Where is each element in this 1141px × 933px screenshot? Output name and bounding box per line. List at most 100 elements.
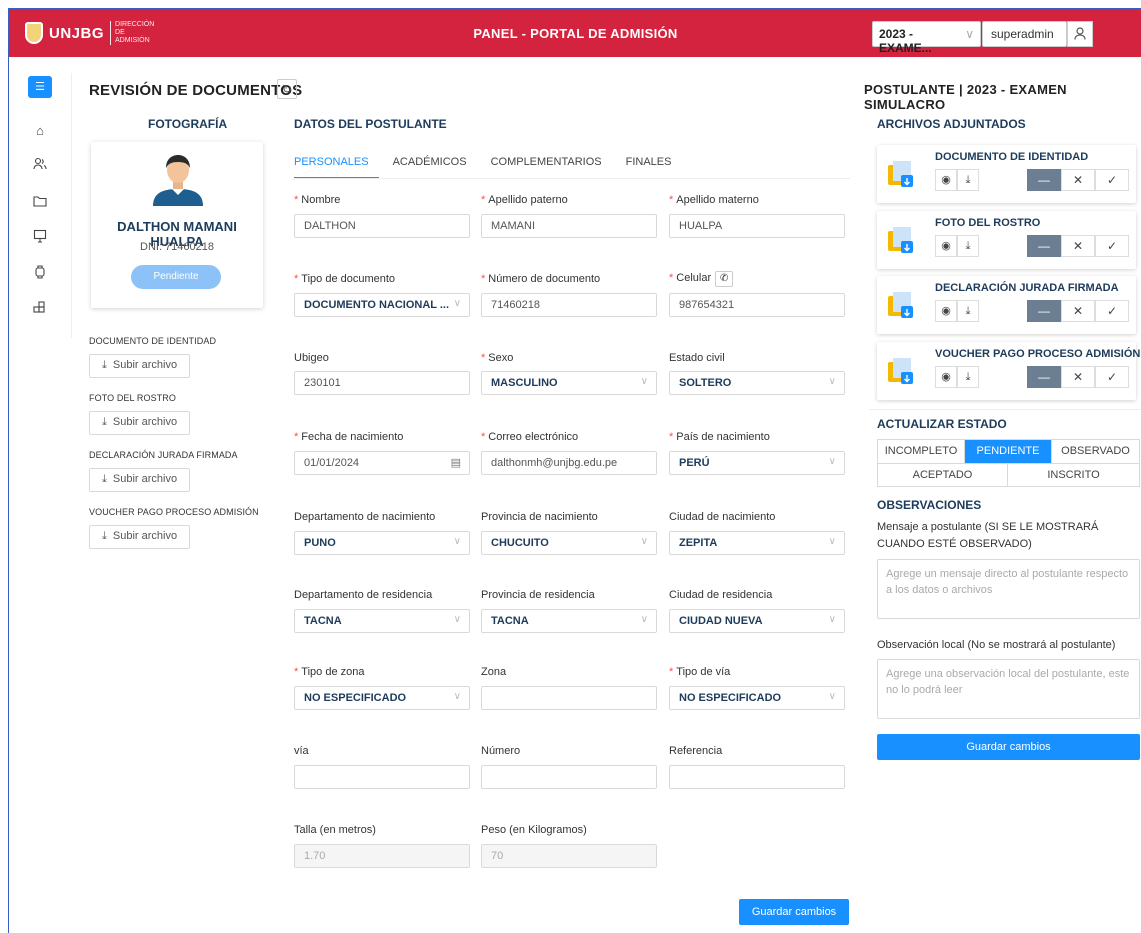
nombre-input[interactable]: DALTHON bbox=[294, 214, 470, 238]
watch-icon[interactable] bbox=[30, 265, 50, 285]
file-reject-icon[interactable]: ✕ bbox=[1061, 169, 1095, 191]
message-textarea[interactable]: Agrege un mensaje directo al postulante … bbox=[877, 559, 1140, 619]
home-icon[interactable]: ⌂ bbox=[30, 121, 50, 141]
ciudad-residencia-value: CIUDAD NUEVA bbox=[679, 615, 763, 627]
talla-input[interactable]: 1.70 bbox=[294, 844, 470, 868]
upload-button-photo[interactable]: ⤓ Subir archivo bbox=[89, 411, 190, 435]
estado-civil-value: SOLTERO bbox=[679, 377, 732, 389]
save-state-button[interactable]: Guardar cambios bbox=[877, 734, 1140, 760]
upload-button-declaration[interactable]: ⤓ Subir archivo bbox=[89, 468, 190, 492]
label-celular: * Celular ✆ bbox=[669, 271, 734, 287]
refresh-icon[interactable]: ↻ bbox=[277, 79, 297, 99]
file-pending-button[interactable]: — bbox=[1027, 366, 1061, 388]
label-tipo-zona: * Tipo de zona bbox=[294, 666, 365, 678]
state-observado[interactable]: OBSERVADO bbox=[1052, 440, 1139, 464]
apellido-paterno-input[interactable]: MAMANI bbox=[481, 214, 657, 238]
tab-complementarios[interactable]: COMPLEMENTARIOS bbox=[491, 153, 612, 179]
file-approve-icon[interactable]: ✓ bbox=[1095, 366, 1129, 388]
file-pending-button[interactable]: — bbox=[1027, 300, 1061, 322]
depto-nacimiento-select[interactable]: PUNO ∨ bbox=[294, 531, 470, 555]
state-pendiente[interactable]: PENDIENTE bbox=[965, 440, 1052, 464]
file-reject-icon[interactable]: ✕ bbox=[1061, 366, 1095, 388]
state-inscrito[interactable]: INSCRITO bbox=[1008, 464, 1139, 486]
ciudad-nacimiento-select[interactable]: ZEPITA ∨ bbox=[669, 531, 845, 555]
peso-input[interactable]: 70 bbox=[481, 844, 657, 868]
tab-personales[interactable]: PERSONALES bbox=[294, 153, 379, 179]
monitor-icon[interactable] bbox=[30, 229, 50, 249]
numero-input[interactable] bbox=[481, 765, 657, 789]
folder-icon[interactable] bbox=[30, 193, 50, 213]
via-input[interactable] bbox=[294, 765, 470, 789]
file-approve-icon[interactable]: ✓ bbox=[1095, 235, 1129, 257]
file-approve-icon[interactable]: ✓ bbox=[1095, 169, 1129, 191]
numero-documento-input[interactable]: 71460218 bbox=[481, 293, 657, 317]
upload-button-voucher[interactable]: ⤓ Subir archivo bbox=[89, 525, 190, 549]
ubigeo-input[interactable]: 230101 bbox=[294, 371, 470, 395]
chevron-down-icon: ∨ bbox=[828, 691, 836, 702]
download-icon[interactable]: ⤓ bbox=[957, 300, 979, 322]
view-eye-icon[interactable]: ◉ bbox=[935, 169, 957, 191]
fecha-nacimiento-input[interactable]: 01/01/2024 ▤ bbox=[294, 451, 470, 475]
prov-nacimiento-select[interactable]: CHUCUITO ∨ bbox=[481, 531, 657, 555]
sexo-select[interactable]: MASCULINO ∨ bbox=[481, 371, 657, 395]
prov-residencia-value: TACNA bbox=[491, 615, 529, 627]
label-sexo: * Sexo bbox=[481, 352, 514, 364]
download-icon[interactable]: ⤓ bbox=[957, 169, 979, 191]
local-observation-label: Observación local (No se mostrará al pos… bbox=[877, 639, 1116, 651]
tipo-via-select[interactable]: NO ESPECIFICADO ∨ bbox=[669, 686, 845, 710]
chevron-down-icon: ∨ bbox=[828, 456, 836, 467]
upload-button-dni[interactable]: ⤓ Subir archivo bbox=[89, 354, 190, 378]
side-divider bbox=[71, 73, 72, 338]
users-icon[interactable] bbox=[30, 157, 50, 177]
view-eye-icon[interactable]: ◉ bbox=[935, 366, 957, 388]
referencia-input[interactable] bbox=[669, 765, 845, 789]
depto-residencia-select[interactable]: TACNA ∨ bbox=[294, 609, 470, 633]
menu-toggle-icon[interactable]: ☰ bbox=[28, 76, 52, 98]
tabs-divider bbox=[294, 178, 850, 179]
download-icon[interactable]: ⤓ bbox=[957, 235, 979, 257]
files-heading: ARCHIVOS ADJUNTADOS bbox=[877, 117, 1026, 131]
chevron-down-icon: ∨ bbox=[828, 614, 836, 625]
save-form-button[interactable]: Guardar cambios bbox=[739, 899, 849, 925]
ciudad-residencia-select[interactable]: CIUDAD NUEVA ∨ bbox=[669, 609, 845, 633]
state-incompleto[interactable]: INCOMPLETO bbox=[878, 440, 965, 464]
user-name[interactable]: superadmin bbox=[982, 21, 1067, 47]
tab-finales[interactable]: FINALES bbox=[626, 153, 682, 179]
local-observation-textarea[interactable]: Agrege una observación local del postula… bbox=[877, 659, 1140, 719]
file-pending-button[interactable]: — bbox=[1027, 235, 1061, 257]
prov-residencia-select[interactable]: TACNA ∨ bbox=[481, 609, 657, 633]
upload-button-label: Subir archivo bbox=[112, 359, 178, 371]
depto-nacimiento-value: PUNO bbox=[304, 537, 336, 549]
file-name: FOTO DEL ROSTRO bbox=[935, 217, 1041, 229]
view-eye-icon[interactable]: ◉ bbox=[935, 300, 957, 322]
file-reject-icon[interactable]: ✕ bbox=[1061, 300, 1095, 322]
chevron-down-icon: ∨ bbox=[453, 691, 461, 702]
correo-input[interactable]: dalthonmh@unjbg.edu.pe bbox=[481, 451, 657, 475]
label-correo: * Correo electrónico bbox=[481, 431, 579, 443]
tab-academicos[interactable]: ACADÉMICOS bbox=[393, 153, 477, 179]
label-prov-residencia: Provincia de residencia bbox=[481, 589, 595, 601]
download-icon[interactable]: ⤓ bbox=[957, 366, 979, 388]
file-download-icon bbox=[888, 161, 913, 187]
estado-civil-select[interactable]: SOLTERO ∨ bbox=[669, 371, 845, 395]
file-download-icon bbox=[888, 292, 913, 318]
pais-nacimiento-select[interactable]: PERÚ ∨ bbox=[669, 451, 845, 475]
view-eye-icon[interactable]: ◉ bbox=[935, 235, 957, 257]
file-reject-icon[interactable]: ✕ bbox=[1061, 235, 1095, 257]
apellido-materno-input[interactable]: HUALPA bbox=[669, 214, 845, 238]
process-select[interactable]: 2023 - EXAME... ∨ bbox=[872, 21, 981, 55]
tipo-zona-value: NO ESPECIFICADO bbox=[304, 692, 407, 704]
tipo-zona-select[interactable]: NO ESPECIFICADO ∨ bbox=[294, 686, 470, 710]
user-icon[interactable] bbox=[1067, 21, 1093, 47]
whatsapp-icon[interactable]: ✆ bbox=[715, 271, 734, 287]
chevron-down-icon: ∨ bbox=[453, 298, 461, 309]
state-aceptado[interactable]: ACEPTADO bbox=[878, 464, 1008, 486]
upload-button-label: Subir archivo bbox=[112, 473, 178, 485]
tipo-documento-select[interactable]: DOCUMENTO NACIONAL ... ∨ bbox=[294, 293, 470, 317]
celular-input[interactable]: 987654321 bbox=[669, 293, 845, 317]
pais-nacimiento-value: PERÚ bbox=[679, 457, 710, 469]
file-approve-icon[interactable]: ✓ bbox=[1095, 300, 1129, 322]
apps-icon[interactable] bbox=[30, 301, 50, 321]
zona-input[interactable] bbox=[481, 686, 657, 710]
file-pending-button[interactable]: — bbox=[1027, 169, 1061, 191]
